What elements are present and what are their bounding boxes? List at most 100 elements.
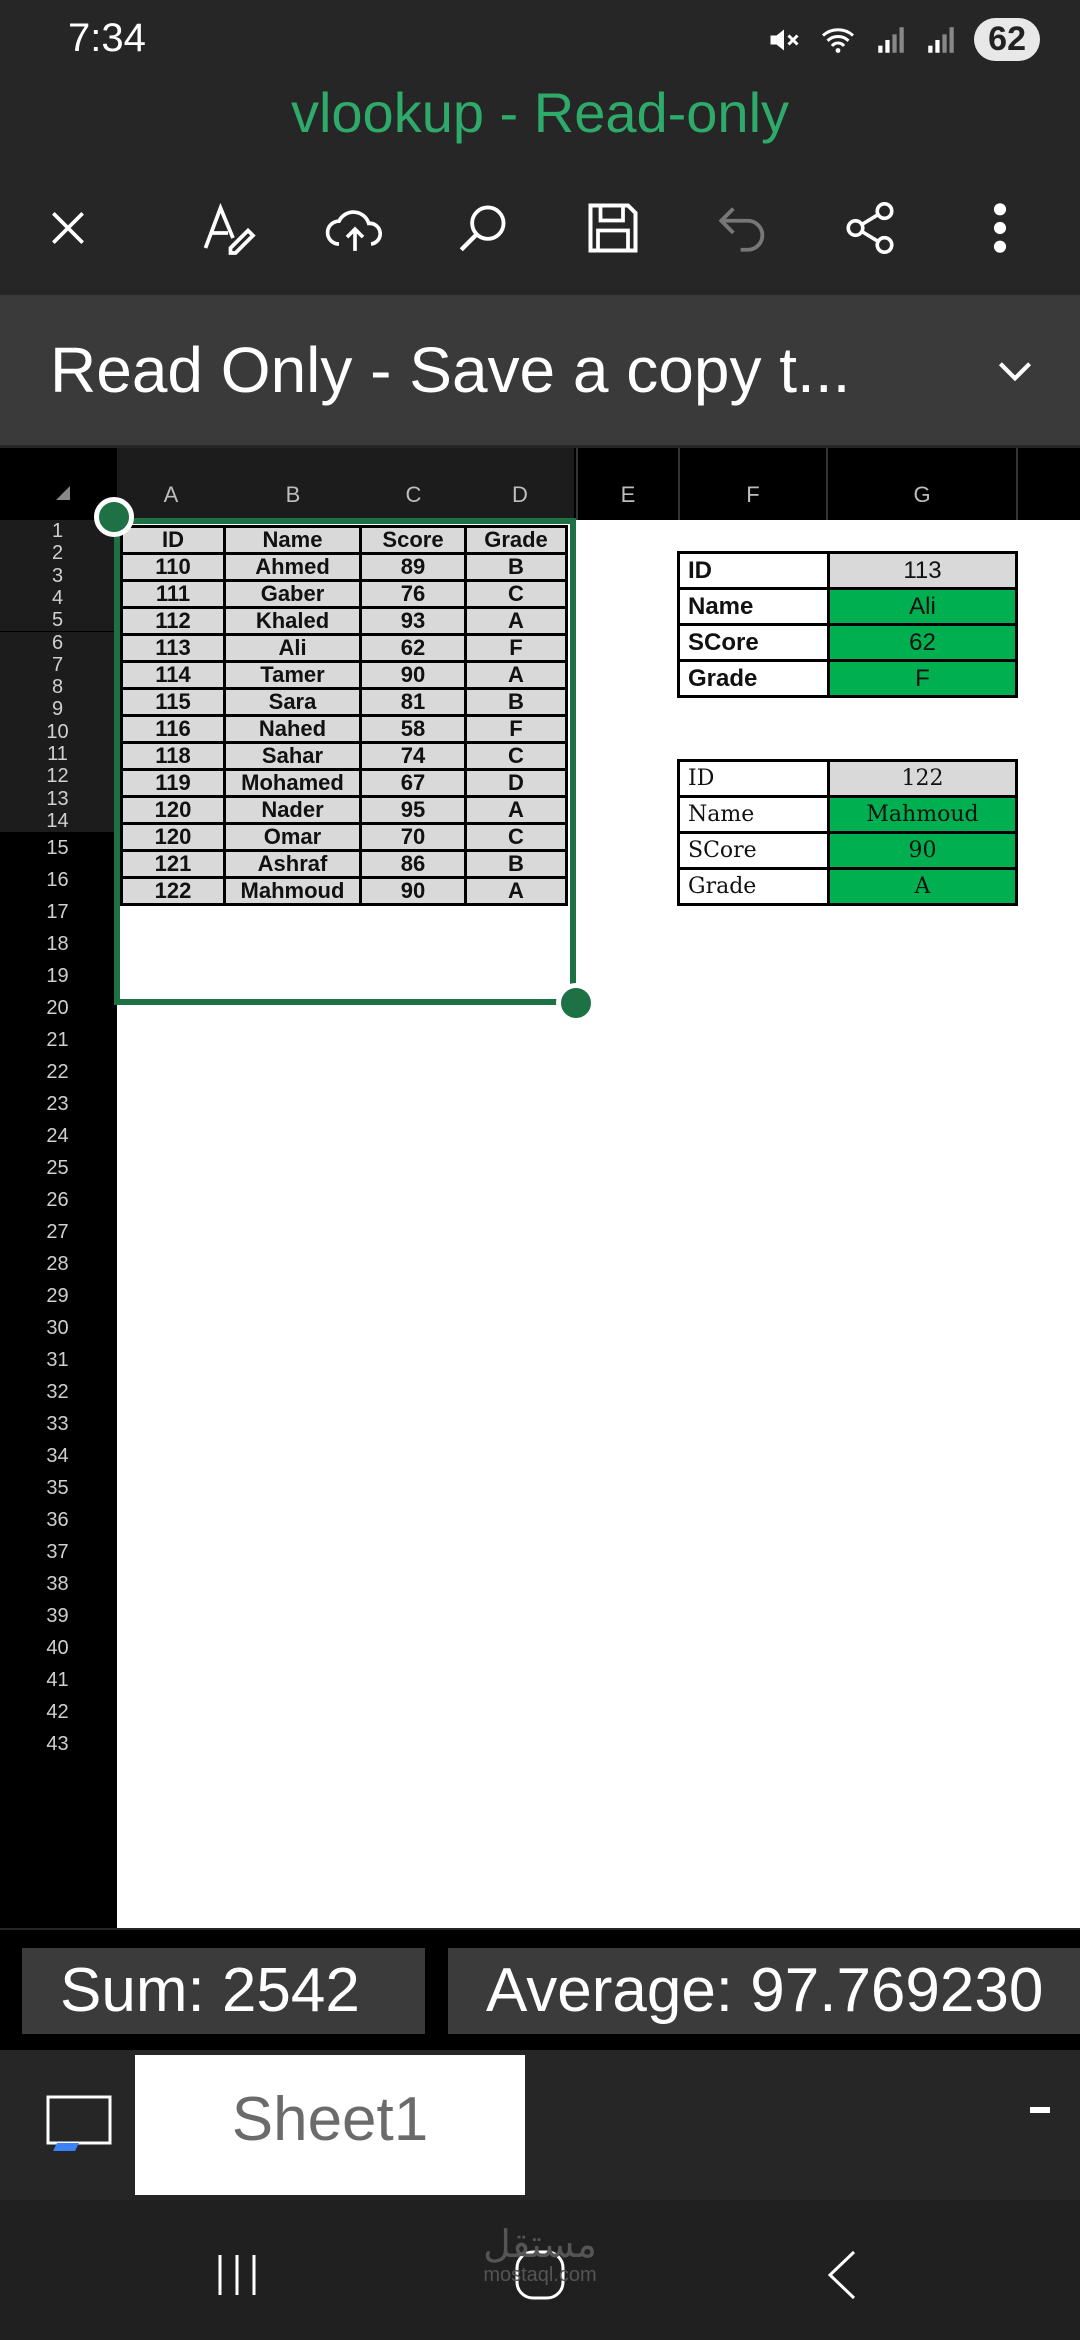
minimize-icon[interactable] (1030, 2107, 1050, 2113)
chevron-down-icon[interactable] (990, 345, 1040, 395)
row-header[interactable]: 24 (0, 1120, 115, 1152)
lookup-key-cell[interactable]: SCore (677, 623, 830, 662)
share-icon[interactable] (832, 190, 908, 266)
row-header[interactable]: 7 (0, 653, 115, 677)
lookup-key-cell[interactable]: ID (677, 551, 830, 590)
row-header[interactable]: 36 (0, 1504, 115, 1536)
selection-range (114, 518, 576, 1005)
mute-icon (770, 29, 799, 50)
lookup-key-cell[interactable]: ID (677, 759, 830, 798)
lookup-value-cell[interactable]: Ali (827, 587, 1018, 626)
row-header[interactable]: 28 (0, 1248, 115, 1280)
row-header[interactable]: 42 (0, 1696, 115, 1728)
selection-handle-bottom-right[interactable] (556, 983, 596, 1023)
row-header[interactable]: 43 (0, 1728, 115, 1760)
lookup-row: Grade F (677, 659, 1018, 698)
column-header-b[interactable]: B (225, 448, 361, 520)
column-header-h[interactable]: H (1016, 448, 1080, 520)
row-header[interactable]: 10 (0, 720, 115, 743)
draw-pen-icon[interactable] (190, 190, 266, 266)
row-header[interactable]: 40 (0, 1632, 115, 1664)
row-header[interactable]: 37 (0, 1536, 115, 1568)
sheet-list-icon[interactable] (45, 2093, 115, 2155)
cloud-upload-icon[interactable] (317, 190, 393, 266)
column-header-f[interactable]: F (678, 448, 826, 520)
row-header[interactable]: 15 (0, 832, 115, 864)
row-header[interactable]: 9 (0, 698, 115, 721)
lookup-value-cell[interactable]: F (827, 659, 1018, 698)
lookup-value-cell[interactable]: 113 (827, 551, 1018, 590)
row-header[interactable]: 2 (0, 542, 115, 565)
recent-apps-icon[interactable] (202, 2240, 272, 2310)
row-header[interactable]: 22 (0, 1056, 115, 1088)
column-header-g[interactable]: G (826, 448, 1016, 520)
search-icon[interactable] (445, 190, 521, 266)
tab-sheet1[interactable]: Sheet1 (135, 2055, 525, 2195)
row-header[interactable]: 33 (0, 1408, 115, 1440)
lookup-key-cell[interactable]: Name (677, 587, 830, 626)
lookup-table-1[interactable]: ID 113 Name Ali SCore 62 Grade F (677, 551, 1018, 698)
column-header-c[interactable]: C (361, 448, 466, 520)
row-header[interactable]: 5 (0, 609, 115, 632)
row-header[interactable]: 19 (0, 960, 115, 992)
row-header[interactable]: 31 (0, 1344, 115, 1376)
row-header[interactable]: 20 (0, 992, 115, 1024)
lookup-key-cell[interactable]: Name (677, 795, 830, 834)
sum-stat[interactable]: Sum: 2542 (22, 1948, 425, 2034)
undo-icon[interactable] (705, 190, 781, 266)
row-header[interactable]: 14 (0, 809, 115, 833)
row-header[interactable]: 11 (0, 743, 115, 766)
battery-indicator: 62 (974, 18, 1040, 61)
row-header[interactable]: 41 (0, 1664, 115, 1696)
row-header[interactable]: 4 (0, 586, 115, 610)
column-header-e[interactable]: E (576, 448, 678, 520)
row-header[interactable]: 17 (0, 896, 115, 928)
row-header[interactable]: 38 (0, 1568, 115, 1600)
lookup-key-cell[interactable]: SCore (677, 831, 830, 870)
lookup-value-cell[interactable]: Mahmoud (827, 795, 1018, 834)
row-header[interactable]: 27 (0, 1216, 115, 1248)
row-header[interactable]: 39 (0, 1600, 115, 1632)
row-header[interactable]: 26 (0, 1184, 115, 1216)
toolbar (0, 180, 1080, 270)
selection-handle-top-left[interactable] (94, 497, 134, 537)
excel-screen: 7:34 62 vlookup - Read-only Read Only - … (0, 0, 1080, 2340)
row-header[interactable]: 35 (0, 1472, 115, 1504)
save-icon[interactable] (575, 190, 651, 266)
system-nav-bar: مستقل mostaql.com (0, 2200, 1080, 2340)
row-header[interactable]: 3 (0, 564, 115, 587)
lookup-row: Name Mahmoud (677, 795, 1018, 834)
back-icon[interactable] (808, 2240, 878, 2310)
row-header[interactable]: 21 (0, 1024, 115, 1056)
lookup-table-2[interactable]: ID 122 Name Mahmoud SCore 90 Grade A (677, 759, 1018, 906)
lookup-key-cell[interactable]: Grade (677, 659, 830, 698)
row-header[interactable]: 12 (0, 765, 115, 788)
row-header[interactable]: 30 (0, 1312, 115, 1344)
average-stat[interactable]: Average: 97.769230 (448, 1948, 1080, 2034)
lookup-value-cell[interactable]: A (827, 867, 1018, 906)
row-header[interactable]: 32 (0, 1376, 115, 1408)
lookup-key-cell[interactable]: Grade (677, 867, 830, 906)
row-header[interactable]: 23 (0, 1088, 115, 1120)
row-header[interactable]: 25 (0, 1152, 115, 1184)
row-header[interactable]: 13 (0, 787, 115, 810)
more-vertical-icon[interactable] (962, 190, 1038, 266)
close-icon[interactable] (30, 190, 106, 266)
row-header[interactable]: 6 (0, 631, 115, 654)
column-header-d[interactable]: D (466, 448, 574, 520)
lookup-value-cell[interactable]: 62 (827, 623, 1018, 662)
column-header-a[interactable]: A (117, 448, 225, 520)
lookup-value-cell[interactable]: 90 (827, 831, 1018, 870)
read-only-banner[interactable]: Read Only - Save a copy t... (0, 295, 1080, 445)
sheet-tabs-bar: Sheet1 (0, 2055, 1080, 2195)
row-header[interactable]: 16 (0, 864, 115, 896)
row-header[interactable]: 34 (0, 1440, 115, 1472)
row-header[interactable]: 29 (0, 1280, 115, 1312)
lookup-row: ID 122 (677, 759, 1018, 798)
watermark: مستقل mostaql.com (470, 2226, 610, 2290)
lookup-value-cell[interactable]: 122 (827, 759, 1018, 798)
status-icons: 62 (766, 18, 1040, 61)
watermark-latin: mostaql.com (483, 2264, 597, 2286)
row-header[interactable]: 18 (0, 928, 115, 960)
row-header[interactable]: 8 (0, 676, 115, 699)
